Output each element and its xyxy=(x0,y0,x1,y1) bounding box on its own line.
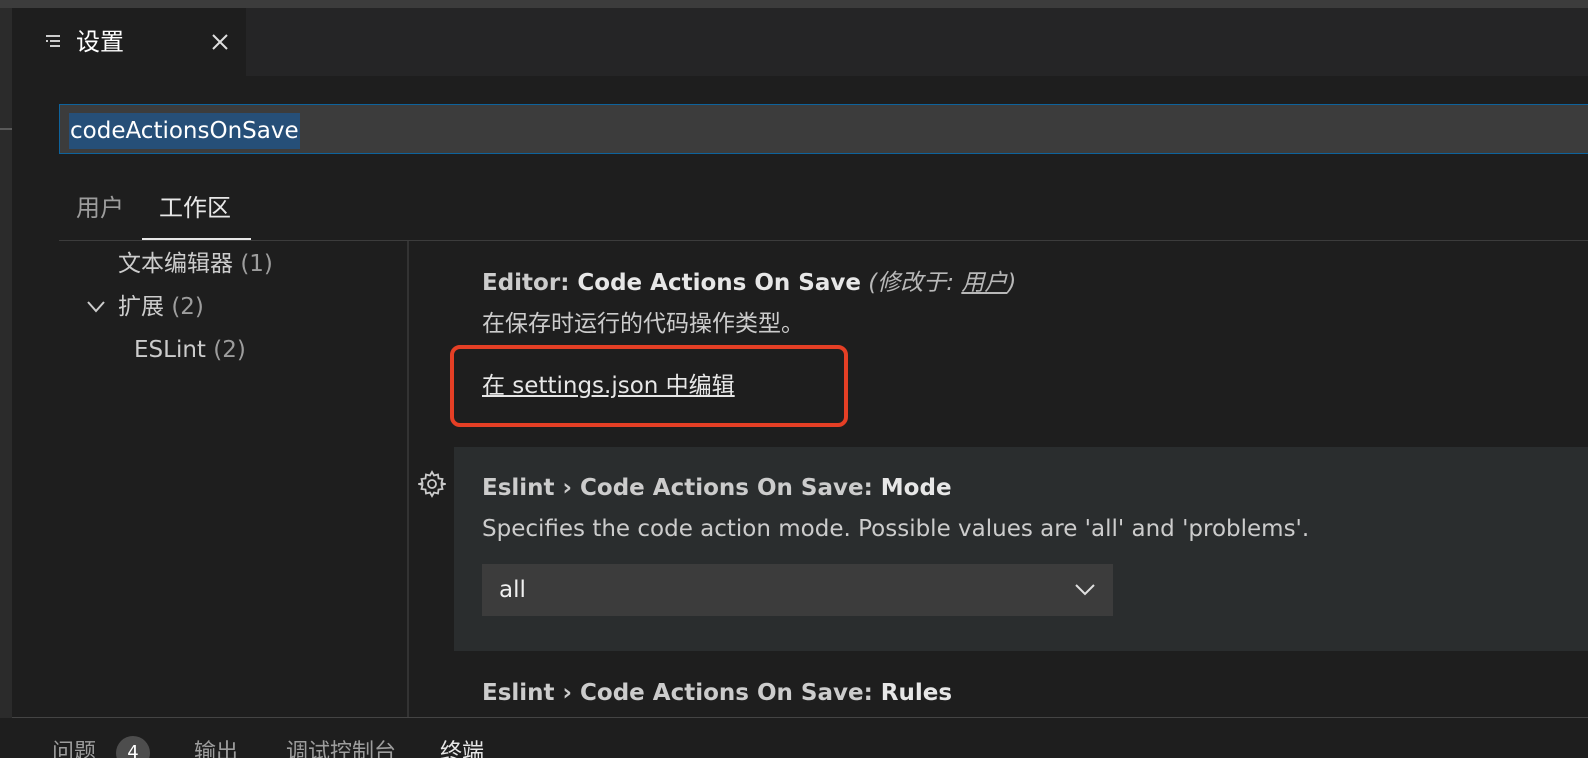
problems-count-badge: 4 xyxy=(116,736,150,758)
toc-item-text-editor[interactable]: 文本编辑器 (1) xyxy=(118,248,273,280)
toc-item-count: (1) xyxy=(240,251,273,277)
toc-item-label: 扩展 xyxy=(118,294,164,320)
setting-title-eslint-mode: Eslint › Code Actions On Save: Mode xyxy=(482,472,952,504)
panel-tab-output[interactable]: 输出 xyxy=(194,738,238,758)
gear-icon[interactable] xyxy=(418,470,446,498)
toc-item-extensions[interactable]: 扩展 (2) xyxy=(118,291,204,323)
setting-category: Editor: xyxy=(482,270,578,296)
modified-prefix: (修改于: xyxy=(868,270,962,296)
scope-tabs-divider xyxy=(59,240,1588,241)
toc-item-label: 文本编辑器 xyxy=(118,251,233,277)
toc-item-label: ESLint xyxy=(134,337,206,363)
mode-select[interactable]: all xyxy=(482,564,1113,616)
modified-scope-link[interactable]: 用户 xyxy=(961,270,1007,296)
toc-item-count: (2) xyxy=(171,294,204,320)
setting-name: Code Actions On Save xyxy=(577,270,861,296)
panel-tab-problems[interactable]: 问题 xyxy=(52,738,96,758)
tab-user[interactable]: 用户 xyxy=(76,188,124,228)
activity-bar-indicator xyxy=(0,128,12,130)
modified-indicator: (修改于: 用户) xyxy=(868,270,1016,296)
tab-workspace[interactable]: 工作区 xyxy=(159,188,231,228)
toc-item-eslint[interactable]: ESLint (2) xyxy=(134,334,246,366)
setting-description: Specifies the code action mode. Possible… xyxy=(482,516,1310,542)
setting-description: 在保存时运行的代码操作类型。 xyxy=(482,311,804,337)
panel-tab-debug-console[interactable]: 调试控制台 xyxy=(286,738,396,758)
activity-bar xyxy=(0,8,12,718)
settings-list-icon xyxy=(46,35,60,47)
search-input-value: codeActionsOnSave xyxy=(69,113,300,149)
panel-tab-terminal[interactable]: 终端 xyxy=(440,738,484,758)
setting-category: Eslint › Code Actions On Save: xyxy=(482,475,881,501)
annotation-highlight-box xyxy=(450,345,848,427)
toc-item-count: (2) xyxy=(213,337,246,363)
window-top-strip xyxy=(0,0,1588,8)
tab-settings[interactable]: 设置 xyxy=(12,8,246,76)
modified-suffix: ) xyxy=(1007,270,1017,296)
setting-title-editor-code-actions: Editor: Code Actions On Save (修改于: 用户) xyxy=(482,267,1016,299)
close-icon[interactable] xyxy=(210,32,230,52)
setting-name: Mode xyxy=(880,475,952,501)
search-input[interactable]: codeActionsOnSave xyxy=(59,104,1588,154)
bottom-panel: 问题 4 输出 调试控制台 终端 xyxy=(12,718,1588,758)
setting-title-eslint-rules: Eslint › Code Actions On Save: Rules xyxy=(482,677,952,709)
setting-category: Eslint › Code Actions On Save: xyxy=(482,680,881,706)
select-value: all xyxy=(499,577,526,603)
editor-tab-bar xyxy=(12,8,1588,76)
tab-title: 设置 xyxy=(76,28,124,56)
chevron-down-icon xyxy=(1075,584,1095,596)
chevron-down-icon[interactable] xyxy=(87,301,105,313)
toc-divider xyxy=(407,241,409,717)
setting-name: Rules xyxy=(880,680,953,706)
